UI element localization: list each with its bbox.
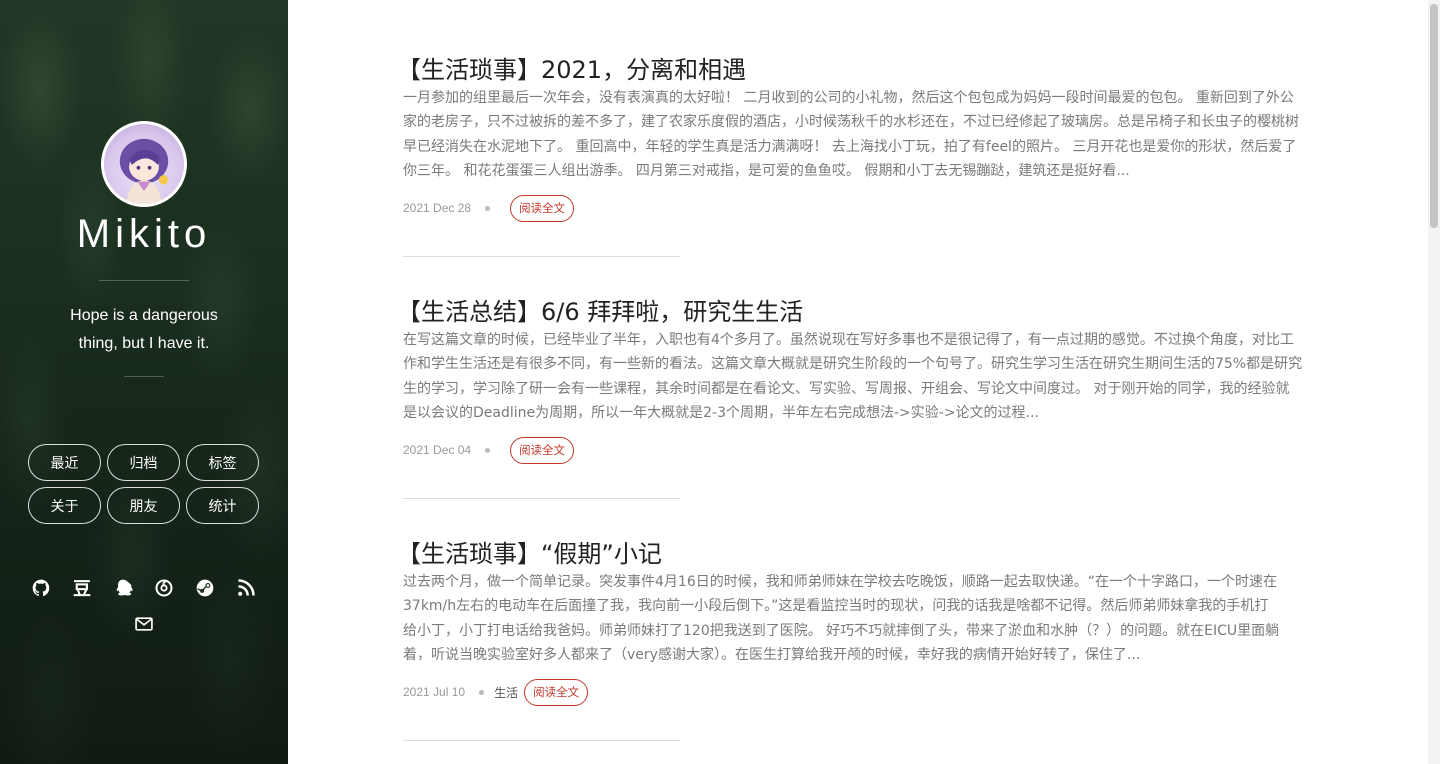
site-name[interactable]: Mikito (0, 212, 288, 257)
post-title[interactable]: 【生活总结】6/6 拜拜啦，研究生生活 (397, 292, 803, 327)
post-divider (403, 256, 680, 257)
excerpt-line: 你三年。 和花花蛋蛋三人组出游季。 四月第三对戒指，是可爱的鱼鱼哎。 假期和小丁… (403, 163, 1130, 180)
post-list: 【生活琐事】2021，分离和相遇 一月参加的组里最后一次年会，没有表演真的太好啦… (288, 0, 1440, 764)
excerpt-line: 作和学生生活还是有很多不同，有一些新的看法。这篇文章大概就是研究生阶段的一个句号… (403, 356, 1303, 373)
post-excerpt: 过去两个月，做一个简单记录。突发事件4月16日的时候，我和师弟师妹在学校去吃晚饭… (403, 570, 1328, 668)
post-meta: 2021 Jul 10 生活 阅读全文 (403, 678, 589, 706)
post-title[interactable]: 【生活琐事】“假期”小记 (397, 534, 662, 569)
avatar[interactable] (101, 121, 187, 207)
rss-icon[interactable] (233, 575, 259, 601)
qq-icon[interactable] (110, 575, 136, 601)
douban-icon[interactable]: 豆 (69, 575, 95, 601)
sidebar: Mikito Hope is a dangerous thing, but I … (0, 0, 288, 764)
douban-glyph: 豆 (73, 579, 91, 600)
separator-dot (479, 689, 485, 695)
nav-about[interactable]: 关于 (28, 487, 101, 524)
excerpt-line: 着，听说当晚实验室好多人都来了（very感谢大家）。在医生打算给我开颅的时候，幸… (403, 647, 1141, 664)
post-excerpt: 一月参加的组里最后一次年会，没有表演真的太好啦！ 二月收到的公司的小礼物，然后这… (403, 86, 1328, 184)
avatar-illustration (119, 138, 169, 204)
motto: Hope is a dangerous thing, but I have it… (0, 302, 288, 358)
scrollbar[interactable] (1428, 0, 1440, 764)
post-meta: 2021 Dec 28 阅读全文 (403, 194, 575, 222)
separator-dot (485, 447, 491, 453)
nav-tags[interactable]: 标签 (186, 444, 259, 481)
read-more-button[interactable]: 阅读全文 (524, 678, 589, 706)
nav-stats[interactable]: 统计 (186, 487, 259, 524)
post-excerpt: 在写这篇文章的时候，已经毕业了半年，入职也有4个多月了。虽然说现在写好多事也不是… (403, 328, 1328, 426)
read-more-button[interactable]: 阅读全文 (510, 194, 575, 222)
motto-line: thing, but I have it. (78, 335, 210, 352)
divider (124, 376, 164, 377)
post-divider (403, 498, 680, 499)
excerpt-line: 是以会议的Deadline为周期，所以一年大概就是2-3个周期，半年左右完成想法… (403, 405, 1039, 422)
excerpt-line: 一月参加的组里最后一次年会，没有表演真的太好啦！ 二月收到的公司的小礼物，然后这… (403, 90, 1294, 106)
github-icon[interactable] (28, 575, 54, 601)
netease-music-icon[interactable] (151, 575, 177, 601)
post-title[interactable]: 【生活琐事】2021，分离和相遇 (397, 50, 746, 85)
nav-recent[interactable]: 最近 (28, 444, 101, 481)
excerpt-line: 给小丁，小丁打电话给我爸妈。师弟师妹打了120把我送到了医院。 好巧不巧就摔倒了… (403, 622, 1280, 639)
scrollbar-thumb[interactable] (1430, 4, 1438, 228)
excerpt-line: 早已经消失在水泥地下了。 重回高中，年轻的学生真是活力满满呀！ 去上海找小丁玩，… (403, 138, 1297, 155)
read-more-button[interactable]: 阅读全文 (510, 436, 575, 464)
excerpt-line: 家的老房子，只不过被拆的差不多了，建了农家乐度假的酒店，小时候荡秋千的水杉还在，… (403, 114, 1299, 131)
excerpt-line: 生的学习，学习除了研一会有一些课程，其余时间都是在看论文、写实验、写周报、开组会… (403, 380, 1290, 397)
post-meta: 2021 Dec 04 阅读全文 (403, 436, 575, 464)
nav-friends[interactable]: 朋友 (107, 487, 180, 524)
excerpt-line: 37km/h左右的电动车在后面撞了我，我向前一小段后倒下。”这是看监控当时的现状… (403, 598, 1269, 615)
post-tag[interactable]: 生活 (494, 684, 518, 701)
post-divider (403, 740, 680, 741)
motto-line: Hope is a dangerous (70, 307, 218, 324)
excerpt-line: 过去两个月，做一个简单记录。突发事件4月16日的时候，我和师弟师妹在学校去吃晚饭… (403, 574, 1277, 590)
mail-icon[interactable] (131, 611, 157, 637)
divider (99, 280, 189, 281)
steam-icon[interactable] (192, 575, 218, 601)
excerpt-line: 在写这篇文章的时候，已经毕业了半年，入职也有4个多月了。虽然说现在写好多事也不是… (403, 332, 1294, 348)
separator-dot (485, 205, 491, 211)
post-date: 2021 Jul 10 (403, 685, 466, 699)
post-date: 2021 Dec 28 (403, 201, 472, 215)
post-date: 2021 Dec 04 (403, 443, 472, 457)
nav-archive[interactable]: 归档 (107, 444, 180, 481)
